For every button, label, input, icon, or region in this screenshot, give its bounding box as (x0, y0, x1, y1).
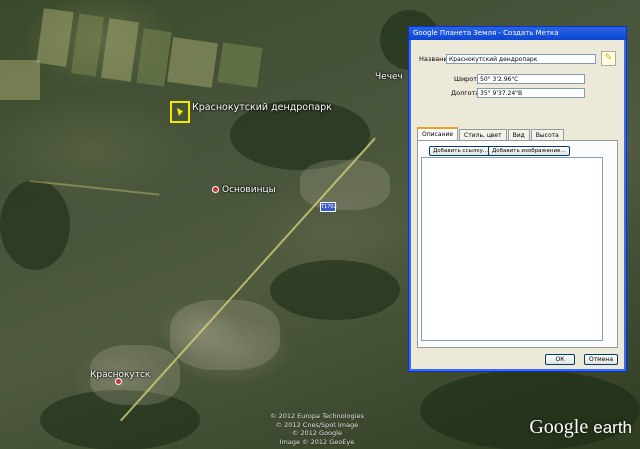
create-placemark-dialog: Google Планета Земля - Создать Метка Наз… (408, 26, 627, 372)
logo-google-text: Google (529, 416, 589, 438)
copyright-line: © 2012 Google (291, 429, 342, 437)
map-field (70, 13, 105, 77)
map-field (36, 8, 74, 67)
copyright-line: Image © 2012 GeoEye (279, 437, 355, 446)
logo-earth-text: earth (593, 418, 632, 437)
copyright-notice: © 2012 Europa Technologies © 2012 Cnes/S… (270, 412, 364, 446)
name-input[interactable]: Краснокутский дендропарк (446, 54, 596, 64)
description-textarea[interactable] (421, 157, 603, 341)
map-field (0, 60, 40, 100)
pushpin-style-button[interactable]: ✎ (601, 51, 616, 66)
add-link-button[interactable]: Добавить ссылку... (429, 146, 493, 156)
map-field (100, 18, 140, 82)
longitude-input[interactable]: 35° 9'37.24"В (477, 88, 585, 98)
cancel-button[interactable]: Отмена (584, 354, 618, 365)
place-label-dendropark[interactable]: Краснокутский дендропарк (192, 102, 332, 113)
dialog-titlebar[interactable]: Google Планета Земля - Создать Метка (409, 27, 626, 40)
map-forest (0, 180, 70, 270)
copyright-line: © 2012 Europa Technologies (270, 412, 364, 420)
map-field (136, 28, 172, 87)
pushpin-icon: ✎ (604, 53, 613, 63)
place-chechel[interactable]: Чечеч (375, 72, 403, 82)
map-field (217, 42, 263, 88)
place-osnovintsy[interactable]: Основинцы (212, 185, 276, 195)
ok-button[interactable]: ОК (545, 354, 575, 365)
latitude-input[interactable]: 50° 3'2.96"С (477, 74, 585, 84)
add-image-button[interactable]: Добавить изображение... (488, 146, 570, 156)
place-marker-icon (115, 378, 122, 385)
road-shield: Т1702 (320, 202, 337, 212)
map-forest (270, 260, 400, 320)
map-town-area (170, 300, 280, 370)
copyright-line: © 2012 Cnes/Spot Image (275, 420, 359, 429)
pushpin-icon[interactable] (170, 101, 190, 123)
place-marker-icon (212, 186, 219, 193)
google-earth-logo: Google earth (529, 416, 632, 439)
map-town-area (300, 160, 390, 210)
map-field (167, 37, 218, 88)
